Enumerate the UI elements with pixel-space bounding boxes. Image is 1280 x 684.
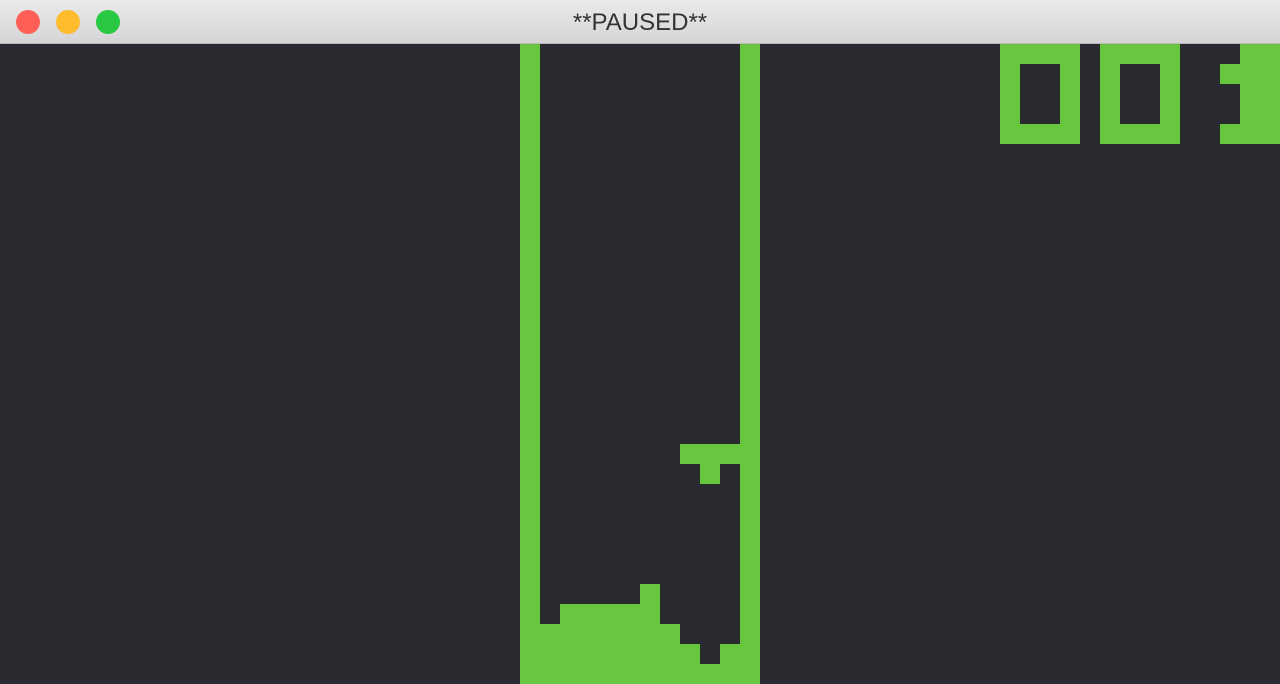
score-digit-block [1040,44,1060,64]
window-title: **PAUSED** [572,9,708,36]
game-canvas: 001 [520,44,1280,684]
score-digit-block [1040,124,1060,144]
stack-block [560,604,660,624]
score-digit-block [1240,64,1260,84]
stack-block [540,664,740,684]
score-digit-block [1260,64,1280,84]
score-digit-block [1240,84,1260,104]
score-digit-block [1240,44,1260,64]
stack-block [640,584,660,604]
score-digit-block [1140,44,1160,64]
score-digit-block [1120,124,1140,144]
score-digit-block [1100,64,1120,84]
score-digit-block [1260,124,1280,144]
score-digit-block [1160,104,1180,124]
score-digit-block [1220,124,1240,144]
score-digit-block [1000,64,1020,84]
score-digit-block [1000,124,1020,144]
score-digit-block [1000,84,1020,104]
score-digit-block [1020,124,1040,144]
score-digit-block [1120,44,1140,64]
score-digit-block [1140,124,1160,144]
score-digit-block [1240,104,1260,124]
score-digit-block [1060,44,1080,64]
score-digit-block [1100,104,1120,124]
score-digit-block [1060,84,1080,104]
score-digit-block [1260,44,1280,64]
window-titlebar: **PAUSED** [0,0,1280,44]
score-digit-block [1160,64,1180,84]
piece-block [680,444,740,464]
well-right-wall [740,44,760,684]
score-digit-block [1100,44,1120,64]
score-digit-block [1000,104,1020,124]
score-digit-block [1260,104,1280,124]
piece-block [700,464,720,484]
score-digit-block [1160,84,1180,104]
well-left-wall [520,44,540,684]
score-digit-block [1060,64,1080,84]
stack-block [720,644,740,664]
game-area[interactable]: 001 [0,44,1280,684]
score-digit-block [1240,124,1260,144]
score-digit-block [1160,44,1180,64]
score-digit-block [1000,44,1020,64]
score-display [1000,44,1280,144]
score-digit-block [1160,124,1180,144]
falling-piece [680,444,740,484]
score-digit-block [1020,44,1040,64]
score-digit-block [1060,104,1080,124]
stack-block [540,624,680,644]
score-digit-block [1100,124,1120,144]
stack-block [540,644,700,664]
score-digit-block [1220,64,1240,84]
settled-blocks [540,584,740,684]
score-digit-block [1260,84,1280,104]
score-digit-block [1100,84,1120,104]
score-digit-block [1060,124,1080,144]
